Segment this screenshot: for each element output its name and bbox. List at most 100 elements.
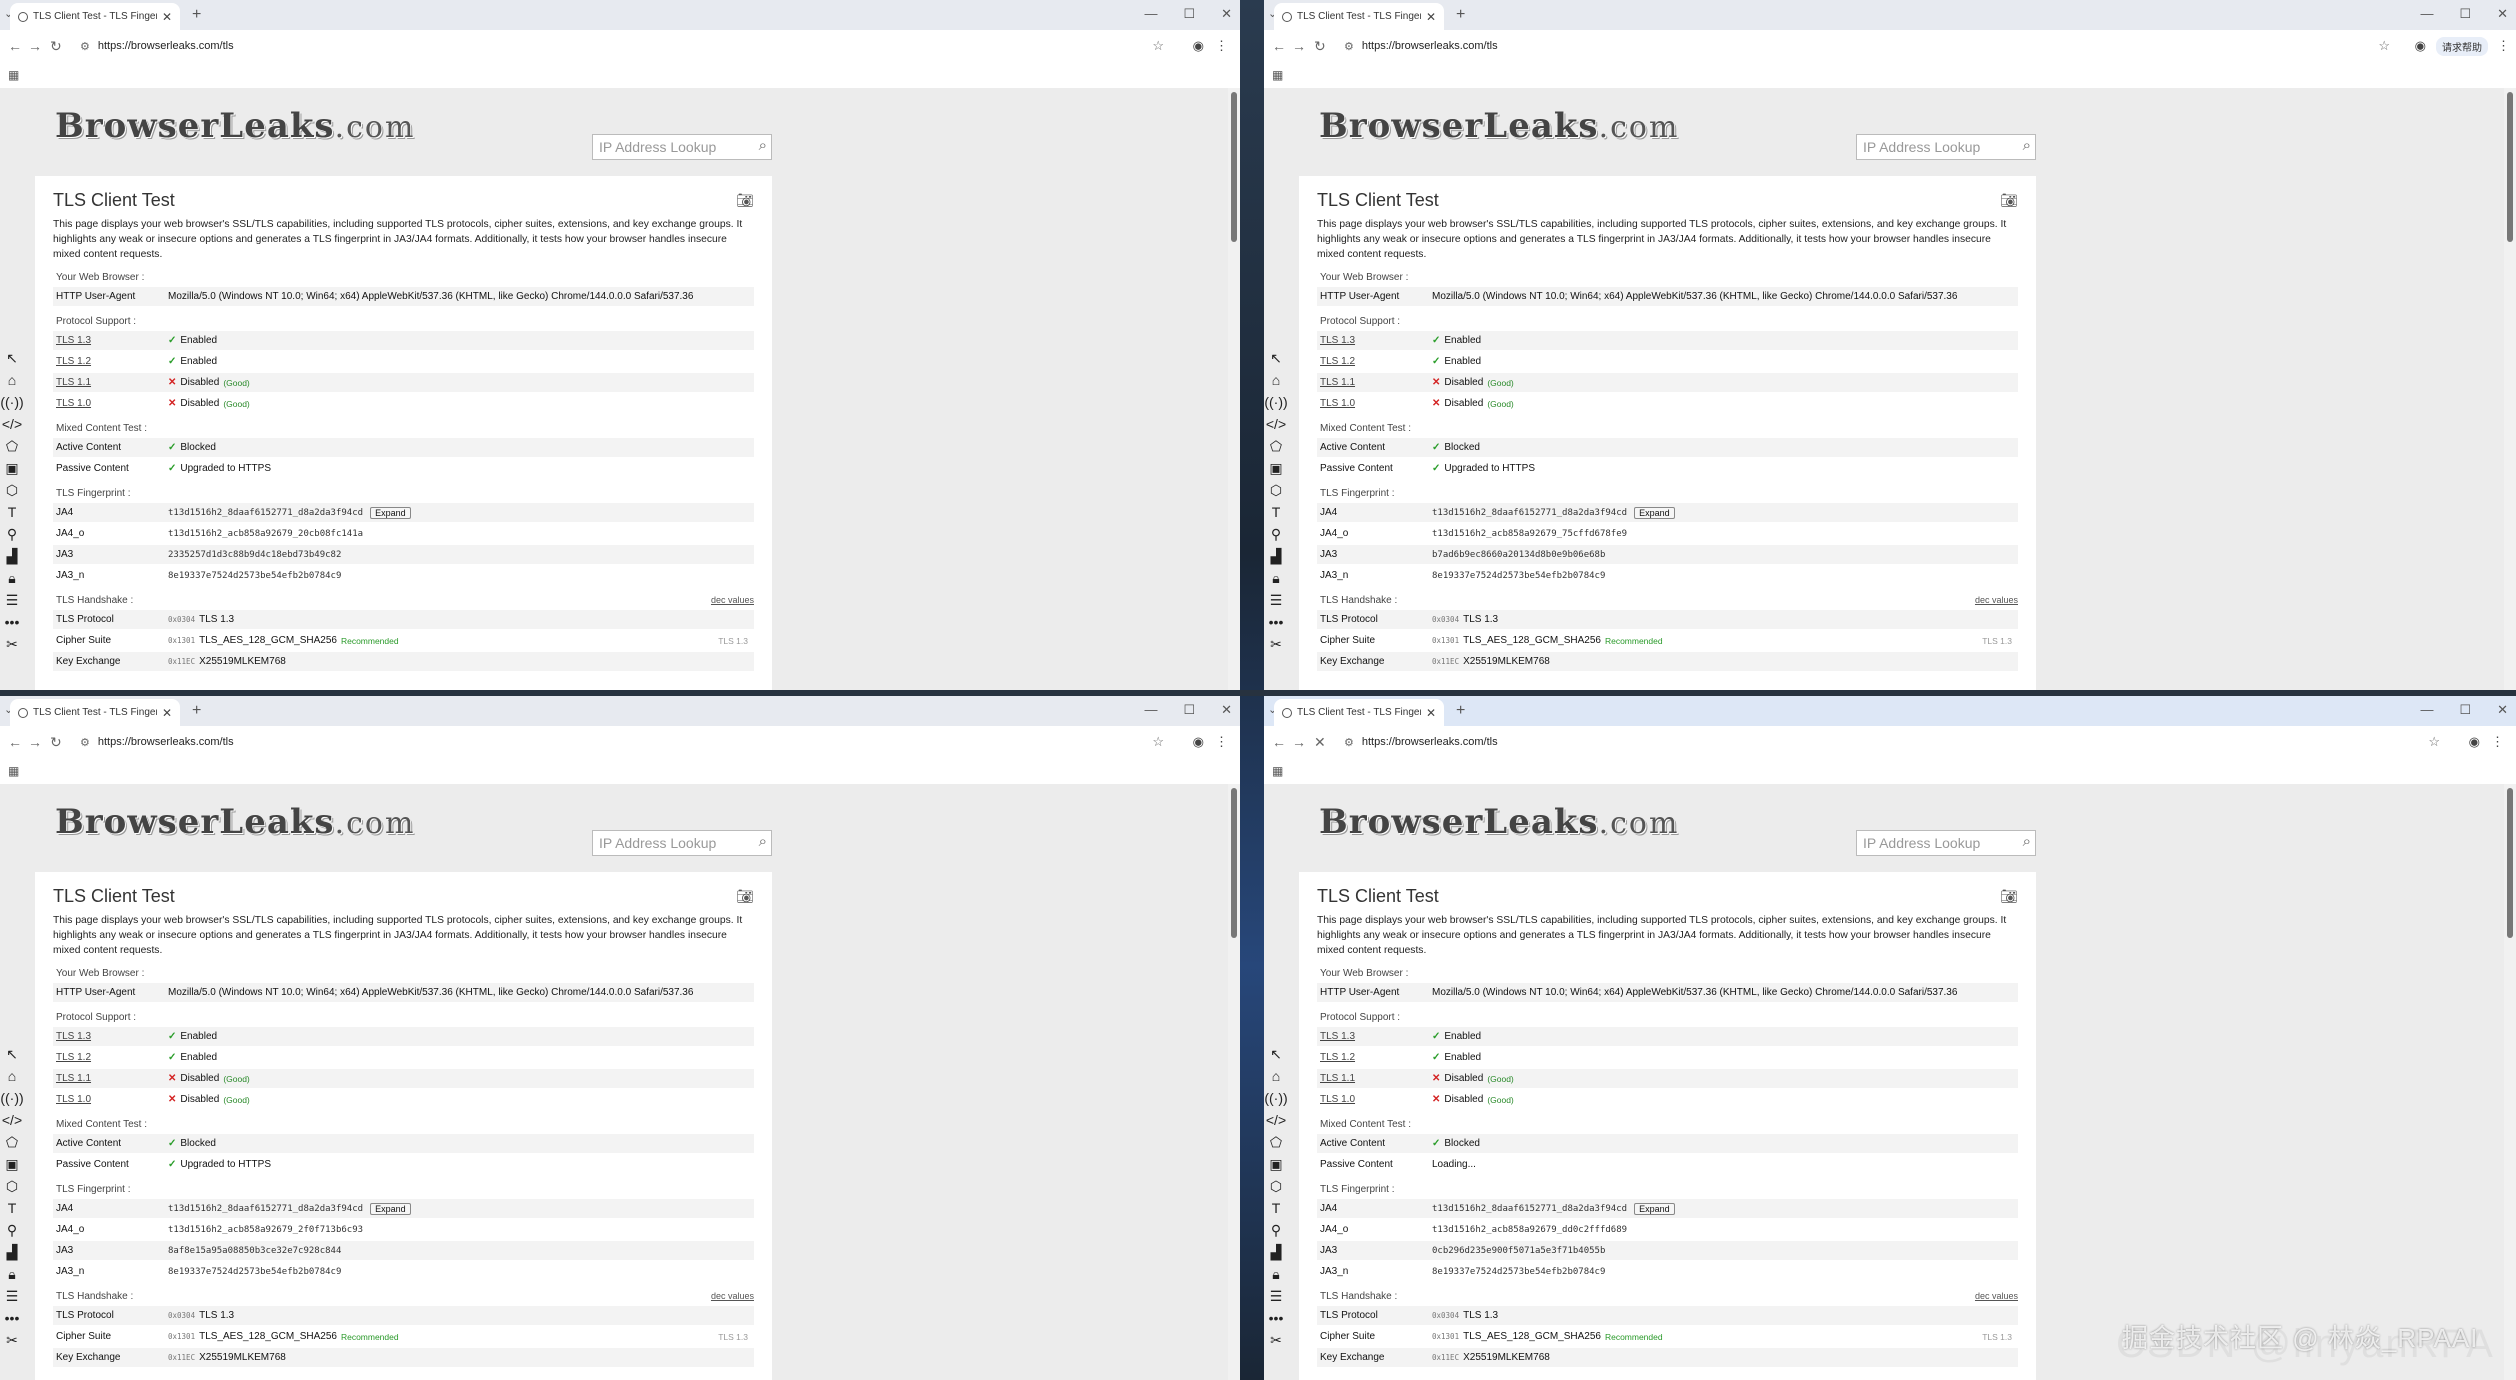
wifi-icon[interactable]: ((·)) <box>0 1090 23 1106</box>
site-info-icon[interactable]: ⚙ <box>80 40 90 53</box>
lock-icon[interactable]: 🔒︎ <box>8 1266 15 1282</box>
chart-icon[interactable]: ▟ <box>7 548 18 564</box>
dec-values-link[interactable]: dec values <box>1975 1291 2018 1301</box>
page-scrollbar[interactable] <box>1228 88 1240 690</box>
code-icon[interactable]: </> <box>1266 416 1286 432</box>
minimize-icon[interactable]: — <box>1144 6 1157 22</box>
apps-grid-icon[interactable]: ▦ <box>1272 764 1283 778</box>
wifi-icon[interactable]: ((·)) <box>1264 1090 1287 1106</box>
address-bar[interactable]: ⚙ https://browserleaks.com/tls ☆ <box>1338 35 2396 57</box>
forward-arrow-icon[interactable]: → <box>28 38 42 54</box>
ip-lookup-input[interactable]: IP Address Lookup ⌕ <box>592 830 772 856</box>
new-tab-button[interactable]: + <box>1456 6 1465 24</box>
back-arrow-icon[interactable]: ← <box>1272 38 1286 54</box>
lock-icon[interactable]: 🔒︎ <box>1272 570 1279 586</box>
webgl-icon[interactable]: ⬠ <box>6 1134 18 1150</box>
tools-icon[interactable]: ✂ <box>6 1332 18 1348</box>
webgl-icon[interactable]: ⬠ <box>1270 438 1282 454</box>
pointer-icon[interactable]: ↖ <box>6 1046 18 1062</box>
help-request-button[interactable]: 请求帮助 <box>2436 37 2488 56</box>
search-icon[interactable]: ⌕ <box>759 137 767 154</box>
font-icon[interactable]: T <box>8 504 17 520</box>
search-icon[interactable]: ⌕ <box>2023 833 2031 850</box>
chart-icon[interactable]: ▟ <box>1271 1244 1282 1260</box>
close-window-icon[interactable]: ✕ <box>1221 6 1232 22</box>
chart-icon[interactable]: ▟ <box>7 1244 18 1260</box>
bookmark-star-icon[interactable]: ☆ <box>1152 734 1164 750</box>
search-icon[interactable]: ⌕ <box>759 833 767 850</box>
ip-lookup-input[interactable]: IP Address Lookup ⌕ <box>592 134 772 160</box>
close-tab-icon[interactable]: ✕ <box>1426 10 1436 24</box>
ip-lookup-input[interactable]: IP Address Lookup ⌕ <box>1856 134 2036 160</box>
search-icon[interactable]: ⌕ <box>2023 137 2031 154</box>
site-info-icon[interactable]: ⚙ <box>1344 736 1354 749</box>
page-scrollbar[interactable] <box>2504 784 2516 1380</box>
back-arrow-icon[interactable]: ← <box>8 734 22 750</box>
site-info-icon[interactable]: ⚙ <box>1344 40 1354 53</box>
code-icon[interactable]: </> <box>1266 1112 1286 1128</box>
back-arrow-icon[interactable]: ← <box>1272 734 1286 750</box>
forward-arrow-icon[interactable]: → <box>28 734 42 750</box>
code-icon[interactable]: </> <box>2 1112 22 1128</box>
bookmark-star-icon[interactable]: ☆ <box>2378 38 2390 54</box>
camera-icon[interactable]: 📷︎ <box>2000 192 2018 209</box>
maximize-icon[interactable]: ☐ <box>1183 6 1195 22</box>
more-icon[interactable]: ••• <box>5 1310 20 1326</box>
site-logo[interactable]: BrowserLeaks.com <box>55 802 415 842</box>
maximize-icon[interactable]: ☐ <box>2459 6 2471 22</box>
expand-button[interactable]: Expand <box>370 506 411 519</box>
font-icon[interactable]: T <box>1272 504 1281 520</box>
image-icon[interactable]: ▣ <box>5 1156 18 1172</box>
home-icon[interactable]: ⌂ <box>1272 372 1280 388</box>
ip-lookup-input[interactable]: IP Address Lookup ⌕ <box>1856 830 2036 856</box>
address-bar[interactable]: ⚙ https://browserleaks.com/tls ☆ <box>1338 731 2446 753</box>
minimize-icon[interactable]: — <box>2420 702 2433 718</box>
reload-icon[interactable]: ↻ <box>1314 38 1326 55</box>
reload-icon[interactable]: ↻ <box>50 734 62 751</box>
list-icon[interactable]: ☰ <box>6 592 19 608</box>
apps-grid-icon[interactable]: ▦ <box>8 68 19 82</box>
home-icon[interactable]: ⌂ <box>1272 1068 1280 1084</box>
site-logo[interactable]: BrowserLeaks.com <box>1319 106 1679 146</box>
location-icon[interactable]: ⚲ <box>7 526 17 542</box>
expand-button[interactable]: Expand <box>370 1202 411 1215</box>
webgl-icon[interactable]: ⬠ <box>6 438 18 454</box>
more-icon[interactable]: ••• <box>1269 614 1284 630</box>
apps-grid-icon[interactable]: ▦ <box>1272 68 1283 82</box>
menu-kebab-icon[interactable]: ⋮ <box>1215 38 1228 54</box>
bookmark-star-icon[interactable]: ☆ <box>1152 38 1164 54</box>
image-icon[interactable]: ▣ <box>1269 1156 1282 1172</box>
maximize-icon[interactable]: ☐ <box>2459 702 2471 718</box>
tools-icon[interactable]: ✂ <box>1270 1332 1282 1348</box>
code-icon[interactable]: </> <box>2 416 22 432</box>
site-logo[interactable]: BrowserLeaks.com <box>1319 802 1679 842</box>
back-arrow-icon[interactable]: ← <box>8 38 22 54</box>
forward-arrow-icon[interactable]: → <box>1292 38 1306 54</box>
browser-tab[interactable]: TLS Client Test - TLS Fingerpr ✕ <box>10 3 180 30</box>
forward-arrow-icon[interactable]: → <box>1292 734 1306 750</box>
lock-icon[interactable]: 🔒︎ <box>8 570 15 586</box>
address-bar[interactable]: ⚙ https://browserleaks.com/tls ☆ <box>74 35 1170 57</box>
list-icon[interactable]: ☰ <box>6 1288 19 1304</box>
dec-values-link[interactable]: dec values <box>711 1291 754 1301</box>
more-icon[interactable]: ••• <box>5 614 20 630</box>
close-tab-icon[interactable]: ✕ <box>162 706 172 720</box>
close-tab-icon[interactable]: ✕ <box>162 10 172 24</box>
new-tab-button[interactable]: + <box>1456 702 1465 720</box>
image-icon[interactable]: ▣ <box>5 460 18 476</box>
list-icon[interactable]: ☰ <box>1270 592 1283 608</box>
expand-button[interactable]: Expand <box>1634 1202 1675 1215</box>
cube-icon[interactable]: ⬡ <box>1270 1178 1282 1194</box>
close-window-icon[interactable]: ✕ <box>2497 6 2508 22</box>
tools-icon[interactable]: ✂ <box>6 636 18 652</box>
pointer-icon[interactable]: ↖ <box>6 350 18 366</box>
wifi-icon[interactable]: ((·)) <box>0 394 23 410</box>
minimize-icon[interactable]: — <box>2420 6 2433 22</box>
home-icon[interactable]: ⌂ <box>8 372 16 388</box>
menu-kebab-icon[interactable]: ⋮ <box>2497 38 2510 54</box>
site-info-icon[interactable]: ⚙ <box>80 736 90 749</box>
dec-values-link[interactable]: dec values <box>711 595 754 605</box>
stop-loading-icon[interactable]: ✕ <box>1314 734 1326 751</box>
address-bar[interactable]: ⚙ https://browserleaks.com/tls ☆ <box>74 731 1170 753</box>
page-scrollbar[interactable] <box>2504 88 2516 690</box>
